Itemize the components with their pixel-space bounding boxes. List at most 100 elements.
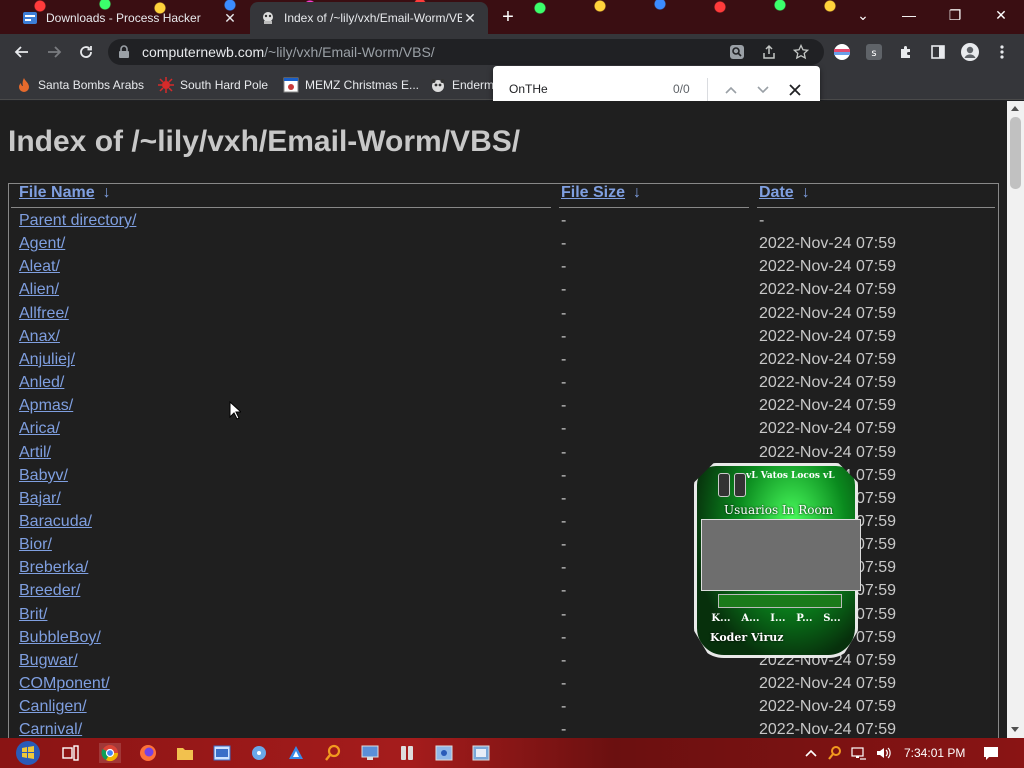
sort-by-size-link[interactable]: File Size — [561, 184, 625, 201]
restore-button[interactable]: ❐ — [932, 0, 978, 30]
address-bar[interactable]: computernewb.com/~lily/vxh/Email-Worm/VB… — [108, 39, 824, 65]
file-size: - — [561, 512, 567, 530]
bookmark-south-hard-pole[interactable]: South Hard Pole — [158, 76, 268, 94]
tray-chevron-up-icon[interactable] — [802, 744, 820, 762]
forward-button[interactable] — [42, 40, 66, 64]
search-tool-icon[interactable] — [322, 743, 344, 763]
reload-button[interactable] — [74, 40, 98, 64]
sort-arrow-icon[interactable]: ↓ — [103, 184, 111, 201]
file-size: - — [561, 536, 567, 554]
binary-tool-icon[interactable] — [396, 743, 418, 763]
chat-widget[interactable]: vL Vatos Locos vL Usuarios In Room K... … — [694, 463, 861, 658]
file-link[interactable]: Apmas/ — [19, 397, 73, 415]
tab-strip: Downloads - Process Hacker ✕ Index of /~… — [0, 0, 1024, 34]
firefox-taskbar-icon[interactable] — [137, 743, 159, 763]
widget-button-s[interactable]: S... — [823, 613, 840, 629]
file-explorer-icon[interactable] — [174, 743, 196, 763]
find-next-button[interactable] — [753, 80, 773, 100]
bookmark-memz-christmas[interactable]: MEMZ Christmas E... — [283, 76, 419, 94]
file-link[interactable]: Canligen/ — [19, 698, 87, 716]
new-tab-button[interactable]: + — [498, 7, 518, 28]
minimize-button[interactable]: — — [886, 0, 932, 30]
file-link[interactable]: Anled/ — [19, 374, 64, 392]
tab-index-of-vbs[interactable]: Index of /~lily/vxh/Email-Worm/VBS/ ✕ — [250, 2, 488, 34]
disk-tool-icon[interactable] — [248, 743, 270, 763]
file-link[interactable]: Brit/ — [19, 606, 47, 624]
file-link[interactable]: COMponent/ — [19, 675, 110, 693]
file-link[interactable]: Bugwar/ — [19, 652, 78, 670]
settings-window-icon[interactable] — [433, 743, 455, 763]
tab-title: Index of /~lily/vxh/Email-Worm/VBS/ — [284, 11, 462, 25]
kebab-menu-icon[interactable] — [992, 42, 1012, 62]
extension-flag-icon[interactable] — [832, 42, 852, 62]
widget-input-bar[interactable] — [718, 594, 842, 608]
sort-by-date-link[interactable]: Date — [759, 184, 794, 201]
file-link[interactable]: Babyv/ — [19, 467, 68, 485]
file-link[interactable]: Baracuda/ — [19, 513, 92, 531]
lock-icon[interactable] — [118, 45, 130, 64]
extension-s-icon[interactable]: s — [864, 42, 884, 62]
file-link[interactable]: Alien/ — [19, 281, 59, 299]
widget-button-a[interactable]: A... — [741, 613, 759, 629]
find-previous-button[interactable] — [721, 80, 741, 100]
file-link[interactable]: Aleat/ — [19, 258, 60, 276]
volume-icon[interactable] — [874, 744, 892, 762]
share-icon[interactable] — [760, 43, 778, 61]
close-tab-icon[interactable]: ✕ — [462, 10, 478, 26]
file-link[interactable]: Arica/ — [19, 420, 60, 438]
file-link[interactable]: Bior/ — [19, 536, 52, 554]
bookmark-santa-bombs-arabs[interactable]: Santa Bombs Arabs — [16, 76, 144, 94]
task-view-icon[interactable] — [60, 743, 82, 763]
file-link[interactable]: BubbleBoy/ — [19, 629, 101, 647]
file-size: - — [561, 582, 567, 600]
scroll-up-arrow-icon[interactable] — [1011, 106, 1019, 111]
file-link[interactable]: Anjuliej/ — [19, 351, 75, 369]
file-link[interactable]: Agent/ — [19, 235, 65, 253]
tray-search-icon[interactable] — [826, 744, 844, 762]
chrome-taskbar-icon[interactable] — [99, 743, 121, 763]
file-size: - — [561, 605, 567, 623]
process-hacker-icon — [22, 10, 38, 26]
find-input[interactable]: OnTHe — [509, 82, 548, 96]
file-link[interactable]: Anax/ — [19, 328, 60, 346]
bookmark-enderm[interactable]: Enderm — [430, 76, 494, 94]
user-list-panel[interactable] — [701, 519, 861, 591]
widget-button-p[interactable]: P... — [796, 613, 812, 629]
widget-button-k[interactable]: K... — [711, 613, 730, 629]
notifications-icon[interactable] — [982, 744, 1000, 762]
back-button[interactable] — [10, 40, 34, 64]
remote-window-icon[interactable] — [470, 743, 492, 763]
file-size: - — [561, 675, 567, 692]
page-scrollbar[interactable] — [1007, 101, 1024, 738]
extensions-puzzle-icon[interactable] — [896, 42, 916, 62]
memz-window-icon — [283, 77, 299, 93]
sort-arrow-icon[interactable]: ↓ — [802, 184, 810, 201]
tab-search-button[interactable]: ⌄ — [840, 0, 886, 30]
find-close-button[interactable] — [785, 80, 805, 100]
file-link[interactable]: Artil/ — [19, 444, 51, 462]
file-link[interactable]: Breberka/ — [19, 559, 88, 577]
sort-arrow-icon[interactable]: ↓ — [633, 184, 641, 201]
file-link[interactable]: Breeder/ — [19, 582, 80, 600]
side-panel-icon[interactable] — [928, 42, 948, 62]
scroll-down-arrow-icon[interactable] — [1011, 727, 1019, 732]
start-button[interactable] — [6, 738, 50, 768]
tab-process-hacker[interactable]: Downloads - Process Hacker ✕ — [12, 2, 248, 34]
find-in-page-icon[interactable] — [728, 43, 746, 61]
close-window-button[interactable]: ✕ — [978, 0, 1024, 30]
file-link[interactable]: Carnival/ — [19, 721, 82, 738]
bookmark-star-icon[interactable] — [792, 43, 810, 61]
scroll-thumb[interactable] — [1010, 117, 1021, 189]
sort-by-name-link[interactable]: File Name — [19, 184, 95, 201]
file-link[interactable]: Bajar/ — [19, 490, 61, 508]
monitor-tool-icon[interactable] — [359, 743, 381, 763]
taskbar-clock[interactable]: 7:34:01 PM — [904, 746, 965, 760]
network-icon[interactable] — [850, 744, 868, 762]
close-tab-icon[interactable]: ✕ — [222, 10, 238, 26]
app-window-icon[interactable] — [211, 743, 233, 763]
profile-avatar-icon[interactable] — [960, 42, 980, 62]
widget-button-i[interactable]: I... — [770, 613, 785, 629]
file-link[interactable]: Parent directory/ — [19, 212, 136, 230]
network-tool-icon[interactable] — [285, 743, 307, 763]
file-link[interactable]: Allfree/ — [19, 305, 69, 323]
